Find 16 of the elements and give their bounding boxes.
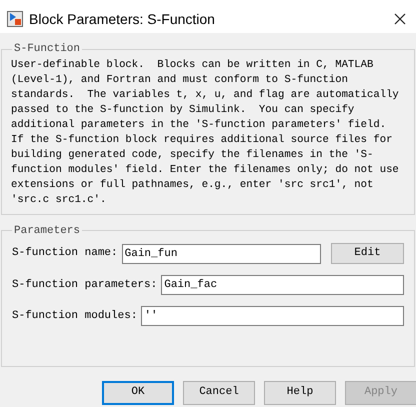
window-title: Block Parameters: S-Function xyxy=(29,10,216,28)
field-label: S-function modules: xyxy=(12,308,138,324)
input-field[interactable]: '' xyxy=(141,306,404,326)
description-text: User-definable block. Blocks can be written in C, MATLAB (Level-1), and Fortran and must conform to S-function standards. The variables t, x, u, and flag are automatically passed to the S-function by Simulink. You can specify additional parameters in the 'S-function parameters' field. If the S-function block requires additional source files for building generated code, specify the filenames in the 'S-function modules' field. Enter the filenames only; do not use extensions or full pathnames, e.g., enter 'src src1', not 'src.c src1.c'. xyxy=(11,58,400,208)
group-title: S-Function xyxy=(13,42,82,57)
dialog-button[interactable]: OK xyxy=(102,380,174,404)
block-icon xyxy=(7,11,23,27)
dialog-button[interactable]: Help xyxy=(264,380,336,404)
close-icon[interactable] xyxy=(394,13,406,25)
dialog-button[interactable]: Cancel xyxy=(183,380,255,404)
field-label: S-function parameters: xyxy=(12,278,158,293)
input-field[interactable]: Gain_fun xyxy=(122,244,321,264)
input-field[interactable]: Gain_fac xyxy=(161,275,404,295)
field-label: S-function name: xyxy=(12,246,118,262)
edit-button[interactable]: Edit xyxy=(331,243,404,264)
group-title: Parameters xyxy=(13,224,82,238)
